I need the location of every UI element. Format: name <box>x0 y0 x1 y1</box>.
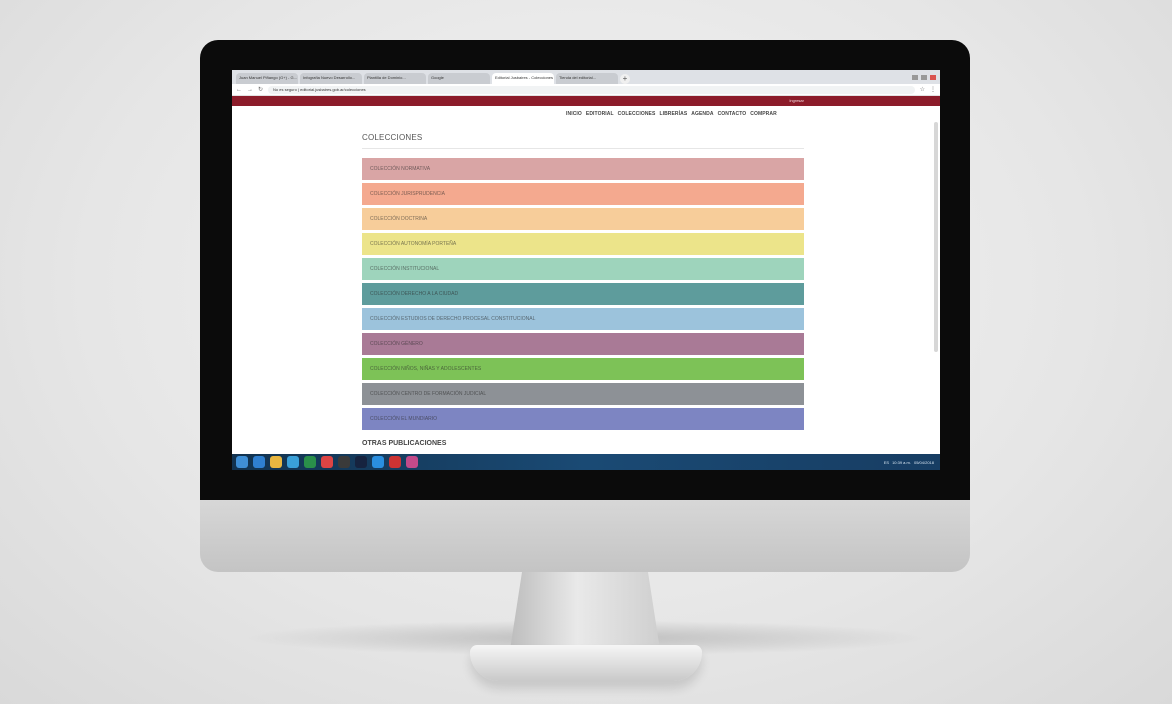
minimize-icon[interactable] <box>912 74 918 80</box>
collection-item[interactable]: COLECCIÓN DOCTRINA <box>362 208 804 230</box>
star-icon[interactable]: ☆ <box>920 86 925 93</box>
collection-item[interactable]: COLECCIÓN INSTITUCIONAL <box>362 258 804 280</box>
address-bar: ← → ↻ No es seguro | editorial.jusbaires… <box>232 84 940 96</box>
other-publications-title: OTRAS PUBLICACIONES <box>362 440 447 447</box>
collection-item[interactable]: COLECCIÓN AUTONOMÍA PORTEÑA <box>362 233 804 255</box>
start-icon[interactable] <box>236 456 248 468</box>
nav-item-comprar[interactable]: COMPRAR <box>750 111 777 117</box>
reload-icon[interactable]: ↻ <box>258 86 263 93</box>
chrome-icon[interactable] <box>321 456 333 468</box>
tray-text: 05/04/2018 <box>913 459 934 465</box>
new-tab-button[interactable]: + <box>620 74 630 84</box>
login-link[interactable]: Ingresar <box>789 98 804 103</box>
system-tray: ES 10:39 a.m. 05/04/2018 <box>884 460 940 465</box>
collection-item[interactable]: COLECCIÓN NIÑOS, NIÑAS Y ADOLESCENTES <box>362 358 804 380</box>
collection-item[interactable]: COLECCIÓN NORMATIVA <box>362 158 804 180</box>
nav-item-contacto[interactable]: CONTACTO <box>718 111 747 117</box>
browser-tab-bar: Juan Manuel Piñango (G+) - G... Infograf… <box>232 70 940 84</box>
tray-text: 10:39 a.m. <box>892 459 911 465</box>
window-controls <box>912 74 940 80</box>
browser-tab[interactable]: Plantilla de Dominio... <box>364 73 426 84</box>
windows-taskbar: ES 10:39 a.m. 05/04/2018 <box>232 454 940 470</box>
media-icon[interactable] <box>287 456 299 468</box>
menu-icon[interactable]: ⋮ <box>930 86 936 93</box>
site-header: Ingresar <box>232 96 940 106</box>
collection-item[interactable]: COLECCIÓN CENTRO DE FORMACIÓN JUDICIAL <box>362 383 804 405</box>
collection-item[interactable]: COLECCIÓN ESTUDIOS DE DERECHO PROCESAL C… <box>362 308 804 330</box>
ie-icon[interactable] <box>253 456 265 468</box>
scrollbar[interactable] <box>934 122 938 352</box>
nav-item-colecciones[interactable]: COLECCIONES <box>618 111 656 117</box>
acrobat-icon[interactable] <box>389 456 401 468</box>
monitor-stand <box>510 572 660 650</box>
photoshop-icon[interactable] <box>355 456 367 468</box>
collections-list: COLECCIÓN NORMATIVA COLECCIÓN JURISPRUDEN… <box>362 158 804 433</box>
url-input[interactable]: No es seguro | editorial.jusbaires.gob.a… <box>268 85 915 94</box>
maximize-icon[interactable] <box>921 74 927 80</box>
collection-item[interactable]: COLECCIÓN GÉNERO <box>362 333 804 355</box>
nav-item-agenda[interactable]: AGENDA <box>691 111 713 117</box>
nav-item-librerias[interactable]: LIBRERÍAS <box>659 111 687 117</box>
monitor-stand-base <box>470 645 702 681</box>
screen: Juan Manuel Piñango (G+) - G... Infograf… <box>232 70 940 470</box>
app2-icon[interactable] <box>372 456 384 468</box>
back-icon[interactable]: ← <box>236 87 242 93</box>
browser-tab[interactable]: Juan Manuel Piñango (G+) - G... <box>236 73 298 84</box>
browser-tab[interactable]: Tienda del editorial... <box>556 73 618 84</box>
collection-item[interactable]: COLECCIÓN EL MUNDIARIO <box>362 408 804 430</box>
excel-icon[interactable] <box>304 456 316 468</box>
indesign-icon[interactable] <box>406 456 418 468</box>
browser-tab[interactable]: Google <box>428 73 490 84</box>
page-title: COLECCIONES <box>362 133 423 142</box>
nav-item-inicio[interactable]: INICIO <box>566 111 582 117</box>
app-icon[interactable] <box>338 456 350 468</box>
close-icon[interactable] <box>930 74 936 80</box>
nav-item-editorial[interactable]: EDITORIAL <box>586 111 614 117</box>
forward-icon[interactable]: → <box>247 87 253 93</box>
site-nav: INICIO EDITORIAL COLECCIONES LIBRERÍAS A… <box>566 111 777 117</box>
tray-text: ES <box>883 459 890 465</box>
explorer-icon[interactable] <box>270 456 282 468</box>
security-label: No es seguro <box>273 86 297 92</box>
collection-item[interactable]: COLECCIÓN JURISPRUDENCIA <box>362 183 804 205</box>
browser-tab-active[interactable]: Editorial Jusbaires - Colecciones <box>492 73 554 84</box>
url-text: editorial.jusbaires.gob.ar/colecciones <box>300 86 366 92</box>
collection-item[interactable]: COLECCIÓN DERECHO A LA CIUDAD <box>362 283 804 305</box>
browser-tab[interactable]: Infografía Nuevo Desarrollo... <box>300 73 362 84</box>
monitor-chin <box>200 500 970 572</box>
title-divider <box>362 148 804 149</box>
